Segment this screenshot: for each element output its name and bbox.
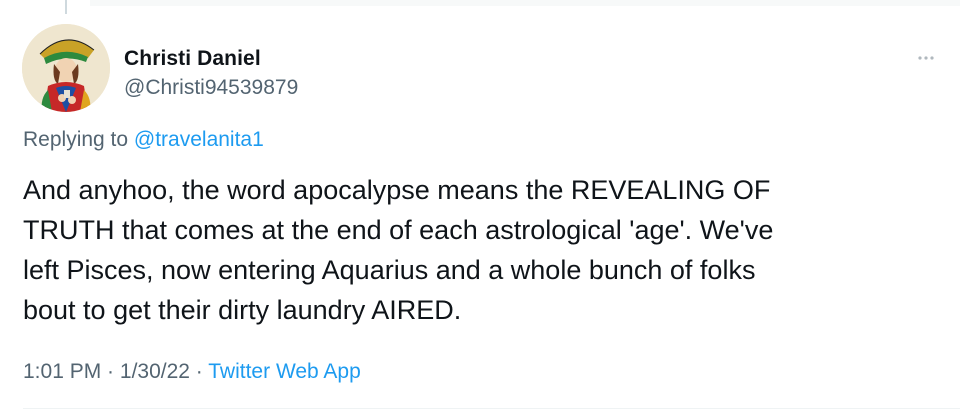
tweet-meta: 1:01 PM · 1/30/22 · Twitter Web App xyxy=(23,360,361,384)
avatar[interactable] xyxy=(22,24,110,112)
author-handle[interactable]: @Christi94539879 xyxy=(124,76,298,100)
tweet-text: And anyhoo, the word apocalypse means th… xyxy=(23,175,774,325)
author-display-name[interactable]: Christi Daniel xyxy=(124,47,261,71)
replying-to: Replying to @travelanita1 xyxy=(23,128,264,152)
divider xyxy=(23,408,960,409)
previous-tweet-edge xyxy=(90,0,960,6)
meta-separator: · xyxy=(101,360,120,383)
tweet-card: Christi Daniel @Christi94539879 Replying… xyxy=(0,0,960,414)
tarot-card-avatar-icon xyxy=(22,24,110,112)
reply-mention-link[interactable]: @travelanita1 xyxy=(134,128,264,151)
meta-separator-2: · xyxy=(189,360,209,383)
thread-top xyxy=(0,0,960,14)
tweet-date[interactable]: 1/30/22 xyxy=(120,360,190,383)
tweet-time[interactable]: 1:01 PM xyxy=(23,360,101,383)
tweet-source-link[interactable]: Twitter Web App xyxy=(208,360,361,383)
replying-to-label: Replying to xyxy=(23,128,134,151)
thread-line xyxy=(65,0,67,14)
more-options-button[interactable] xyxy=(908,46,944,70)
more-options-icon xyxy=(918,56,934,60)
